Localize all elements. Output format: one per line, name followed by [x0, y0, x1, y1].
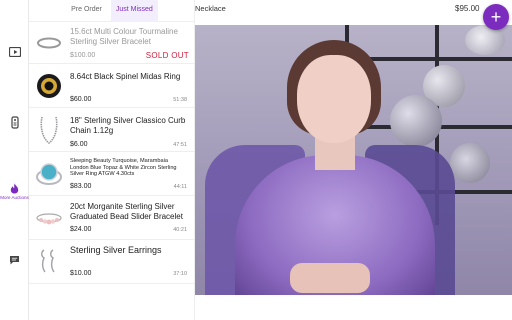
now-playing-price: $95.00 — [455, 4, 480, 13]
item-price: $60.00 — [70, 96, 92, 103]
live-video[interactable] — [195, 25, 512, 295]
chat-button[interactable] — [0, 255, 29, 265]
item-price: $100.00 — [70, 52, 96, 59]
tab-bar: Pre Order Just Missed — [29, 0, 195, 22]
more-auctions-label: More Auctions — [0, 195, 29, 200]
left-rail: More Auctions — [0, 0, 29, 320]
product-list-panel: Pre Order Just Missed 15.6ct Multi Colou… — [29, 0, 195, 320]
item-price: $10.00 — [70, 270, 92, 277]
list-item[interactable]: 18" Sterling Silver Classico Curb Chain … — [29, 108, 195, 152]
sold-out-badge: SOLD OUT — [145, 51, 189, 60]
add-button[interactable]: + — [483, 4, 509, 30]
video-icon — [8, 47, 21, 57]
item-price: $6.00 — [70, 141, 88, 148]
item-price: $83.00 — [70, 183, 92, 190]
item-name: 20ct Morganite Sterling Silver Graduated… — [70, 202, 183, 221]
item-name: Sleeping Beauty Turquoise, Marambaia Lon… — [70, 158, 177, 178]
list-item[interactable]: 8.64ct Black Spinel Midas Ring $60.00 51… — [29, 64, 195, 108]
chat-icon — [10, 256, 19, 265]
item-price: $24.00 — [70, 226, 92, 233]
item-name: Sterling Silver Earrings — [70, 245, 162, 255]
list-item[interactable]: Sterling Silver Earrings $10.00 37:10 — [29, 240, 195, 284]
list-item[interactable]: 15.6ct Multi Colour Tourmaline Sterling … — [29, 22, 195, 64]
item-time: 47:51 — [173, 142, 187, 148]
more-auctions-button[interactable]: More Auctions — [0, 183, 29, 200]
item-time: 44:11 — [173, 184, 187, 190]
earrings-icon — [35, 248, 63, 276]
remote-icon — [10, 116, 19, 129]
tab-just-missed[interactable]: Just Missed — [110, 0, 158, 22]
bracelet-icon — [35, 29, 63, 57]
video-button[interactable] — [0, 47, 29, 57]
item-time: 40:21 — [173, 227, 187, 233]
now-playing-title: Necklace — [195, 4, 226, 13]
bead-bracelet-icon — [35, 204, 63, 232]
flame-icon — [10, 183, 19, 194]
item-name: 15.6ct Multi Colour Tourmaline Sterling … — [70, 27, 178, 46]
now-playing-bar: Necklace $95.00 — [195, 0, 512, 25]
remote-button[interactable] — [0, 116, 29, 129]
list-item[interactable]: 20ct Morganite Sterling Silver Graduated… — [29, 196, 195, 240]
item-name: 8.64ct Black Spinel Midas Ring — [70, 72, 181, 81]
chain-icon — [35, 116, 63, 144]
list-item[interactable]: Sleeping Beauty Turquoise, Marambaia Lon… — [29, 152, 195, 196]
ring-icon — [35, 72, 63, 100]
item-time: 37:10 — [173, 271, 187, 277]
item-name: 18" Sterling Silver Classico Curb Chain … — [70, 116, 186, 135]
turquoise-ring-icon — [35, 160, 63, 188]
item-time: 51:38 — [173, 97, 187, 103]
tab-pre-order[interactable]: Pre Order — [66, 0, 107, 22]
